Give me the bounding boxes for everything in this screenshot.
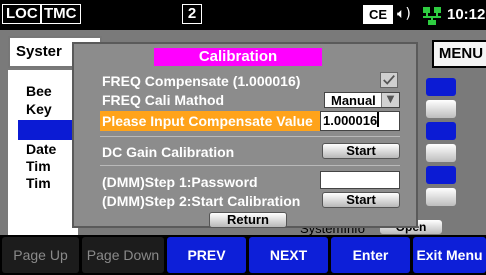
clock: 10:12:12	[447, 6, 486, 23]
page-up-key[interactable]: Page Up	[2, 237, 79, 273]
loc-indicator: LOC	[2, 4, 42, 24]
return-button[interactable]: Return	[209, 212, 287, 228]
network-icon	[423, 7, 441, 25]
tmc-indicator: TMC	[40, 4, 81, 24]
next-key[interactable]: NEXT	[249, 237, 328, 273]
divider	[100, 136, 400, 137]
setting-label-key: Key	[26, 101, 52, 117]
display-number: 2	[182, 4, 202, 24]
enter-key[interactable]: Enter	[331, 237, 410, 273]
divider	[100, 165, 400, 166]
step1-password-label: (DMM)Step 1:Password	[102, 174, 258, 190]
password-input[interactable]	[320, 171, 400, 189]
text-cursor	[377, 112, 380, 127]
step2-start-button[interactable]: Start	[322, 192, 400, 208]
speaker-icon: 🔈︎)	[397, 6, 411, 22]
freq-cali-method-value: Manual	[331, 93, 376, 108]
prev-key[interactable]: PREV	[167, 237, 246, 273]
menu-button[interactable]: MENU	[432, 40, 486, 68]
dialog-title: Calibration	[154, 48, 322, 66]
compensate-value-input[interactable]: 1.000016	[320, 111, 400, 131]
status-bar: LOC TMC 2 CE 🔈︎) 10:12:12	[0, 0, 486, 30]
freq-cali-method-label: FREQ Cali Mathod	[102, 92, 225, 108]
setting-control[interactable]	[426, 144, 456, 162]
chevron-down-icon[interactable]: ▼	[381, 93, 399, 107]
compensate-value-text: 1.000016	[323, 113, 378, 128]
setting-control[interactable]	[426, 166, 456, 184]
calibration-dialog: Calibration FREQ Compensate (1.000016) F…	[72, 42, 418, 228]
setting-label-time: Tim	[26, 158, 51, 174]
softkey-bar: Page Up Page Down PREV NEXT Enter Exit M…	[0, 235, 486, 275]
exit-menu-key[interactable]: Exit Menu	[413, 237, 486, 273]
dc-gain-label: DC Gain Calibration	[102, 144, 235, 160]
setting-control[interactable]	[426, 78, 456, 96]
setting-control[interactable]	[426, 122, 456, 140]
freq-cali-method-select[interactable]: Manual ▼	[324, 92, 400, 108]
dc-gain-start-button[interactable]: Start	[322, 143, 400, 159]
freq-compensate-checkbox[interactable]	[380, 72, 398, 88]
freq-compensate-label: FREQ Compensate (1.000016)	[102, 73, 301, 89]
ce-icon: CE	[363, 5, 393, 24]
setting-label-timezone: Tim	[26, 175, 51, 191]
step2-label: (DMM)Step 2:Start Calibration	[102, 193, 301, 209]
setting-label-beeper: Bee	[26, 83, 52, 99]
setting-label-date: Date	[26, 141, 57, 157]
setting-control[interactable]	[426, 188, 456, 206]
setting-control[interactable]	[426, 100, 456, 118]
page-down-key[interactable]: Page Down	[82, 237, 164, 273]
selected-row-bar	[18, 120, 78, 140]
